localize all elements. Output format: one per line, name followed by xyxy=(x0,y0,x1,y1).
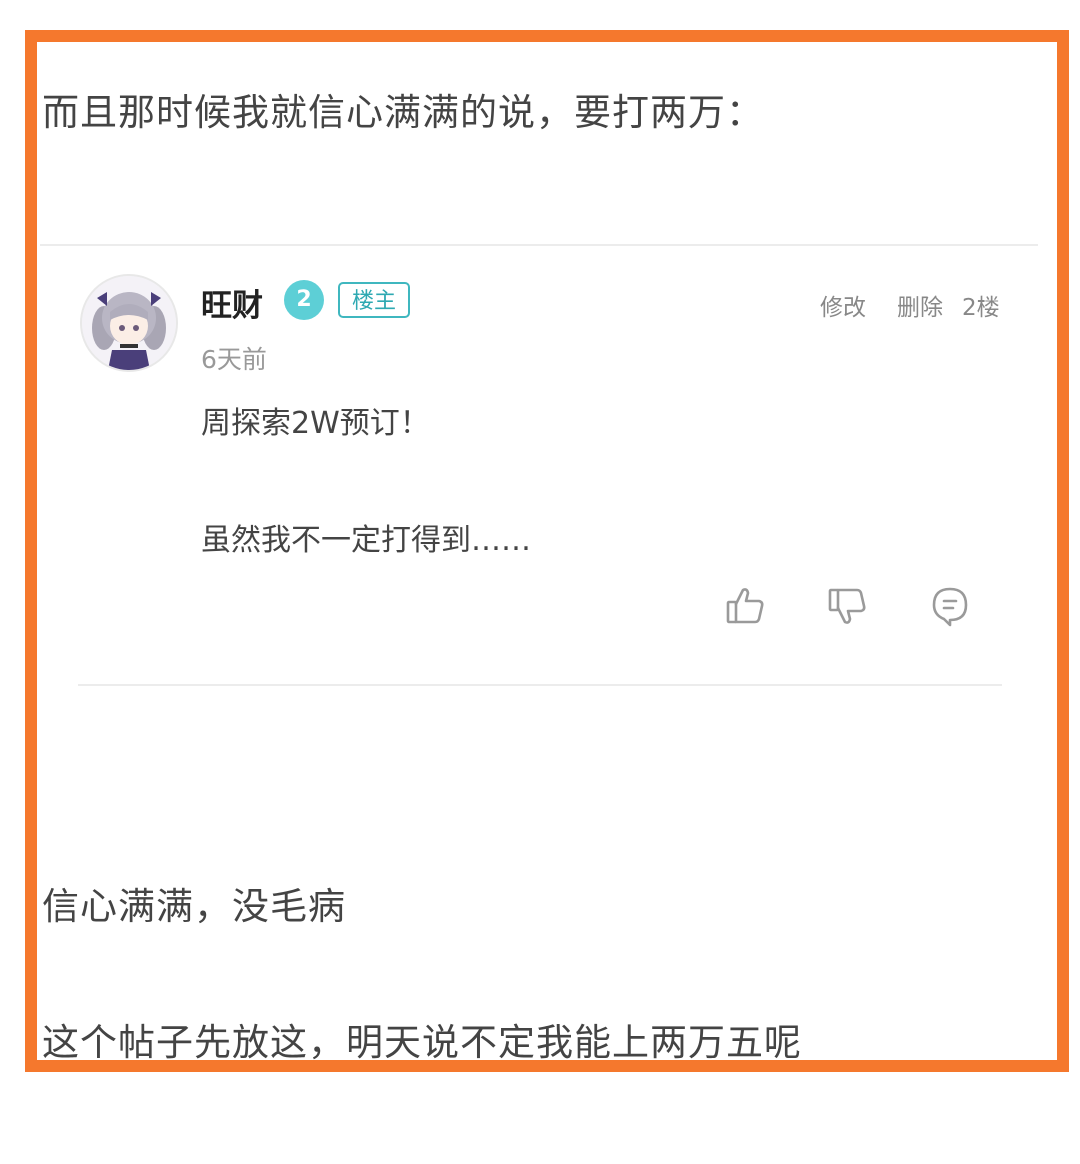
comment-divider-top xyxy=(40,244,1038,246)
post-paragraph-1: 而且那时候我就信心满满的说，要打两万： xyxy=(42,91,764,134)
comment-divider-bottom xyxy=(78,684,1002,686)
thumbs-up-icon[interactable] xyxy=(724,584,768,628)
comment-text-line: 周探索2W预订！ xyxy=(201,406,430,441)
comment-time: 6天前 xyxy=(201,345,267,374)
thumbs-down-icon[interactable] xyxy=(826,584,870,628)
reply-bubble-icon[interactable] xyxy=(928,584,972,628)
floor-number: 2楼 xyxy=(962,295,1000,321)
comment-username[interactable]: 旺财 xyxy=(201,280,263,325)
post-paragraph-3: 这个帖子先放这，明天说不定我能上两万五呢 xyxy=(42,1021,802,1064)
post-paragraph-2: 信心满满，没毛病 xyxy=(42,885,346,928)
edit-button[interactable]: 修改 xyxy=(820,288,866,322)
op-tag: 楼主 xyxy=(338,282,411,318)
avatar[interactable] xyxy=(80,274,178,372)
comment-text-line: 虽然我不一定打得到…… xyxy=(201,523,531,558)
level-badge: 2 xyxy=(284,280,324,320)
delete-button[interactable]: 删除 xyxy=(897,288,943,322)
